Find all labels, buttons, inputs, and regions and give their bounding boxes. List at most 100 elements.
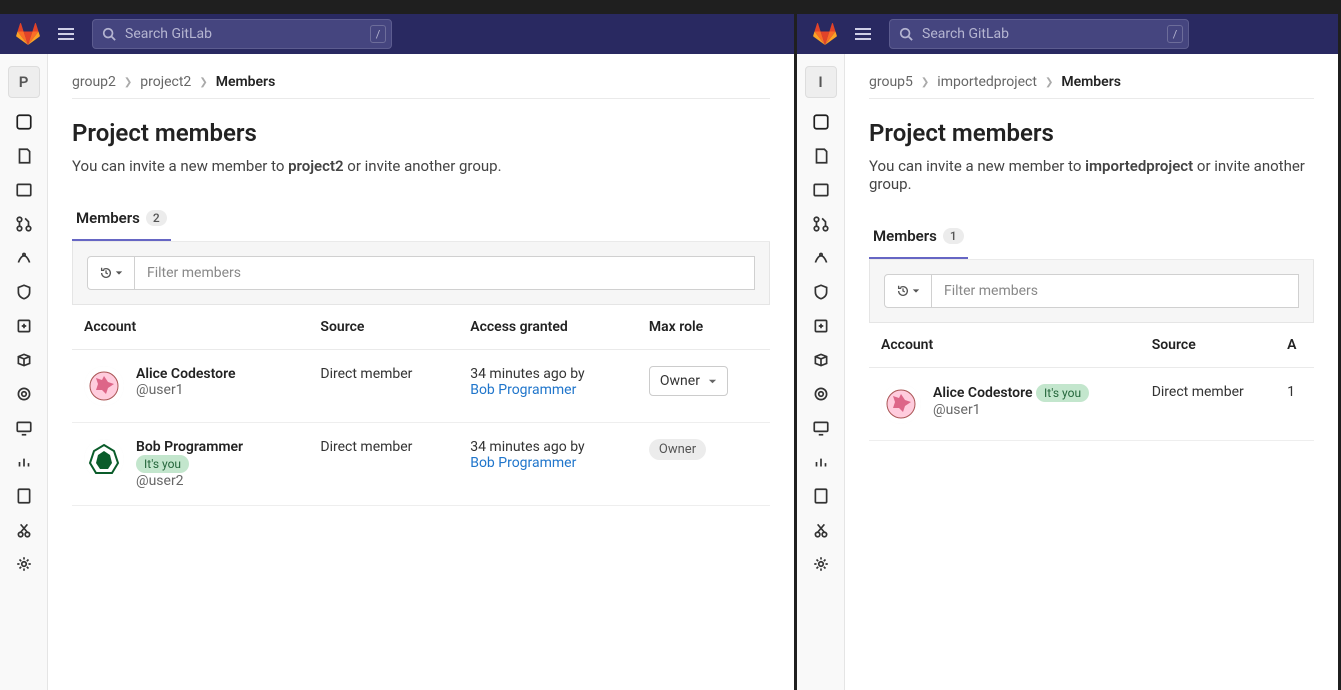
project-icon[interactable]	[811, 112, 831, 132]
access-time: 34 minutes ago by	[470, 439, 584, 455]
avatar[interactable]	[84, 366, 124, 406]
packages-icon[interactable]	[811, 350, 831, 370]
role-dropdown[interactable]: Owner	[649, 366, 728, 396]
member-source: Direct member	[308, 423, 458, 506]
left-sidebar: P	[0, 54, 48, 690]
filter-bar	[72, 242, 770, 305]
member-source: Direct member	[308, 350, 458, 423]
hamburger-menu-icon[interactable]	[853, 24, 873, 44]
packages-icon[interactable]	[14, 350, 34, 370]
breadcrumb-link[interactable]: group2	[72, 74, 116, 90]
filter-bar	[869, 260, 1314, 323]
table-row: Alice Codestore It's you @user1 Direct m…	[869, 368, 1314, 441]
analytics-icon[interactable]	[811, 452, 831, 472]
member-handle: @user1	[933, 402, 1089, 418]
avatar[interactable]	[84, 439, 124, 479]
its-you-badge: It's you	[1036, 384, 1089, 402]
access-time: 34 minutes ago by	[470, 366, 584, 382]
members-table: Account Source Access granted Max role A…	[72, 305, 770, 506]
monitor-icon[interactable]	[811, 418, 831, 438]
monitor-icon[interactable]	[14, 418, 34, 438]
wiki-icon[interactable]	[14, 486, 34, 506]
tab-members[interactable]: Members 1	[869, 217, 968, 259]
search-field: /	[889, 19, 1189, 49]
deployments-icon[interactable]	[811, 316, 831, 336]
search-input[interactable]	[92, 19, 392, 49]
breadcrumb-link[interactable]: project2	[140, 74, 191, 90]
repository-icon[interactable]	[811, 146, 831, 166]
member-source: Direct member	[1140, 368, 1275, 441]
hamburger-menu-icon[interactable]	[56, 24, 76, 44]
page-title: Project members	[869, 119, 1314, 147]
col-account: Account	[869, 323, 1140, 368]
project-badge[interactable]: I	[805, 66, 837, 98]
breadcrumb: group5 ❯ importedproject ❯ Members	[869, 66, 1314, 99]
page-title: Project members	[72, 119, 770, 147]
filter-members-input[interactable]	[932, 274, 1299, 308]
table-row: Alice Codestore @user1 Direct member 34 …	[72, 350, 770, 423]
project-icon[interactable]	[14, 112, 34, 132]
chevron-right-icon: ❯	[199, 77, 207, 88]
repository-icon[interactable]	[14, 146, 34, 166]
left-sidebar: I	[797, 54, 845, 690]
role-pill: Owner	[649, 439, 706, 460]
breadcrumb-link[interactable]: importedproject	[937, 74, 1037, 90]
top-navbar: /	[0, 14, 794, 54]
gitlab-logo-icon[interactable]	[813, 22, 837, 46]
breadcrumb-link[interactable]: group5	[869, 74, 913, 90]
member-name[interactable]: Alice Codestore	[933, 385, 1033, 401]
window-tab-strip	[797, 0, 1338, 14]
snippets-icon[interactable]	[811, 520, 831, 540]
col-account: Account	[72, 305, 308, 350]
sort-history-button[interactable]	[884, 274, 932, 308]
cicd-icon[interactable]	[14, 248, 34, 268]
member-handle: @user2	[136, 473, 243, 489]
merge-requests-icon[interactable]	[14, 214, 34, 234]
analytics-icon[interactable]	[14, 452, 34, 472]
gitlab-logo-icon[interactable]	[16, 22, 40, 46]
col-role: Max role	[637, 305, 770, 350]
member-handle: @user1	[136, 382, 236, 398]
member-name[interactable]: Bob Programmer	[136, 439, 243, 455]
col-source: Source	[1140, 323, 1275, 368]
chevron-right-icon: ❯	[921, 77, 929, 88]
breadcrumb: group2 ❯ project2 ❯ Members	[72, 66, 770, 99]
filter-members-input[interactable]	[135, 256, 755, 290]
access-by-link[interactable]: Bob Programmer	[470, 382, 576, 398]
deployments-icon[interactable]	[14, 316, 34, 336]
tab-count-badge: 1	[943, 228, 964, 244]
search-shortcut-key: /	[370, 25, 386, 43]
avatar[interactable]	[881, 384, 921, 424]
cicd-icon[interactable]	[811, 248, 831, 268]
member-name[interactable]: Alice Codestore	[136, 366, 236, 382]
issues-icon[interactable]	[14, 180, 34, 200]
its-you-badge: It's you	[136, 455, 189, 473]
sort-history-button[interactable]	[87, 256, 135, 290]
col-source: Source	[308, 305, 458, 350]
snippets-icon[interactable]	[14, 520, 34, 540]
infra-icon[interactable]	[811, 384, 831, 404]
chevron-right-icon: ❯	[124, 77, 132, 88]
members-table: Account Source A Alice Codestore It's yo…	[869, 323, 1314, 441]
window-tab-strip	[0, 0, 794, 14]
settings-icon[interactable]	[14, 554, 34, 574]
chevron-right-icon: ❯	[1045, 77, 1053, 88]
issues-icon[interactable]	[811, 180, 831, 200]
settings-icon[interactable]	[811, 554, 831, 574]
project-badge[interactable]: P	[8, 66, 40, 98]
security-icon[interactable]	[811, 282, 831, 302]
page-subtitle: You can invite a new member to importedp…	[869, 157, 1314, 193]
infra-icon[interactable]	[14, 384, 34, 404]
search-input[interactable]	[889, 19, 1189, 49]
breadcrumb-current: Members	[216, 74, 276, 90]
wiki-icon[interactable]	[811, 486, 831, 506]
security-icon[interactable]	[14, 282, 34, 302]
search-field: /	[92, 19, 392, 49]
search-shortcut-key: /	[1167, 25, 1183, 43]
merge-requests-icon[interactable]	[811, 214, 831, 234]
tabs: Members 2	[72, 199, 770, 242]
col-access: A	[1275, 323, 1314, 368]
access-by-link[interactable]: Bob Programmer	[470, 455, 576, 471]
col-access: Access granted	[458, 305, 637, 350]
tab-members[interactable]: Members 2	[72, 199, 171, 241]
